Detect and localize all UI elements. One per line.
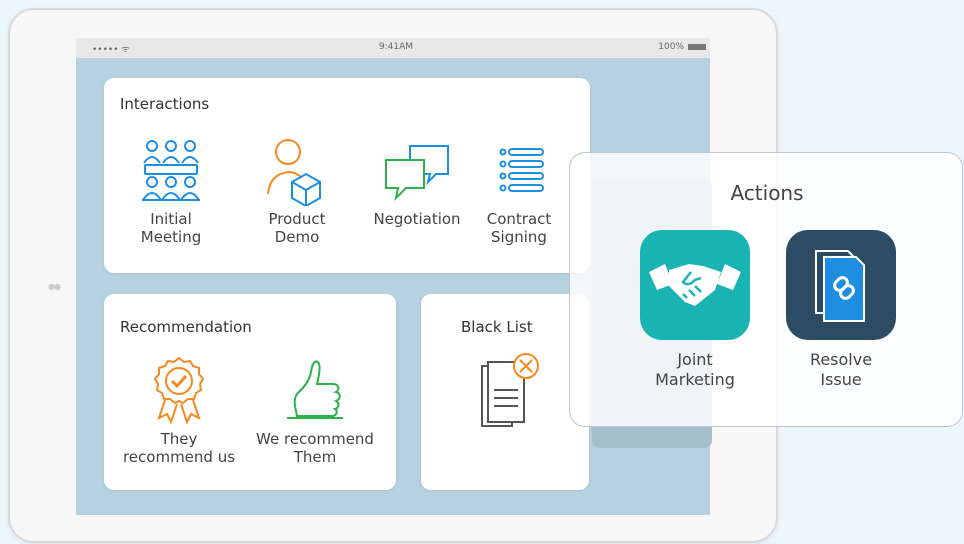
negotiation-icon <box>385 145 449 202</box>
tile-label: We recommend Them <box>256 430 374 466</box>
battery-icon <box>688 44 706 50</box>
thumbs-up-icon <box>287 360 343 419</box>
product-demo-icon <box>267 139 321 206</box>
tile-we-recommend-them[interactable]: We recommend Them <box>244 356 386 466</box>
tile-product-demo[interactable]: Product Demo <box>254 138 340 246</box>
handshake-icon <box>649 264 741 306</box>
tile-label: Initial Meeting <box>140 210 202 246</box>
app-label: Resolve Issue <box>809 350 873 389</box>
joint-marketing-app-icon[interactable] <box>640 230 750 340</box>
tile-label: Contract Signing <box>486 210 552 246</box>
actions-title: Actions <box>730 181 804 205</box>
app-label: Joint Marketing <box>655 350 735 389</box>
tile-they-recommend-us[interactable]: They recommend us <box>114 356 244 466</box>
actions-panel: Actions Joint Marketing Resolve Issue <box>569 152 963 427</box>
meeting-icon <box>142 140 200 201</box>
tile-label: They recommend us <box>122 430 236 466</box>
tile-initial-meeting[interactable]: Initial Meeting <box>128 138 214 246</box>
tile-negotiation[interactable]: Negotiation <box>364 138 470 228</box>
tile-label: Product Demo <box>268 210 326 246</box>
tile-contract-signing[interactable]: Contract Signing <box>476 138 562 246</box>
resolve-issue-app-icon[interactable] <box>786 230 896 340</box>
contract-signing-icon <box>499 148 544 192</box>
battery-percent: 100% <box>658 42 684 52</box>
action-resolve-issue[interactable]: Resolve Issue <box>776 230 906 390</box>
recommendation-card: Recommendation They recommend us We reco… <box>104 294 396 490</box>
linked-document-icon <box>815 250 865 322</box>
black-list-title: Black List <box>461 318 533 336</box>
blacklist-document-icon <box>481 353 539 427</box>
action-joint-marketing[interactable]: Joint Marketing <box>630 230 760 390</box>
interactions-card: Interactions Initial Meeting Product Dem… <box>104 78 590 273</box>
black-list-tile[interactable] <box>471 350 543 430</box>
black-list-card[interactable]: Black List <box>421 294 589 490</box>
recommendation-title: Recommendation <box>120 318 252 336</box>
interactions-title: Interactions <box>120 95 210 113</box>
home-indicator-dots: ●● <box>48 282 61 291</box>
status-bar: ••••• ᯤ 9:41AM 100% <box>76 38 710 58</box>
status-time: 9:41AM <box>378 42 414 52</box>
award-icon <box>153 356 205 425</box>
tile-label: Negotiation <box>373 210 461 228</box>
signal-strength: ••••• ᯤ <box>92 45 130 55</box>
